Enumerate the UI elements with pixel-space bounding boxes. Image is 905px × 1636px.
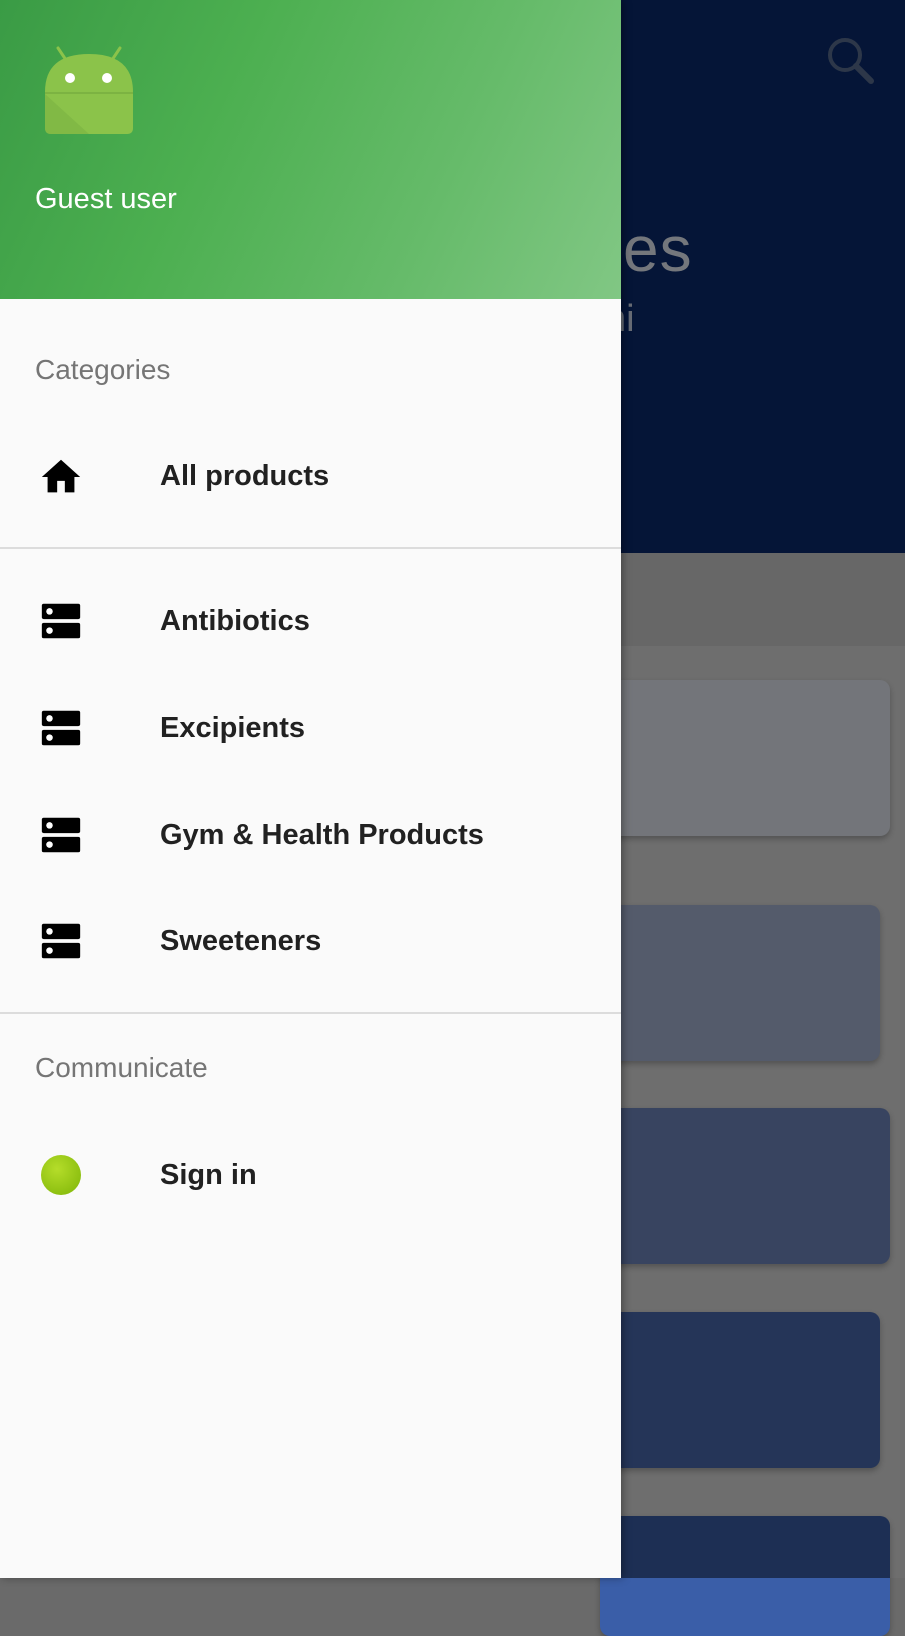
communicate-title: Communicate: [35, 1052, 208, 1083]
dns-icon: [41, 923, 81, 959]
nav-item-excipients[interactable]: Excipients: [0, 679, 621, 779]
nav-item-sign-in[interactable]: Sign in: [0, 1126, 621, 1226]
divider: [0, 547, 621, 549]
dns-icon: [41, 817, 81, 853]
nav-item-label: All products: [160, 460, 330, 492]
nav-item-gym-health-products[interactable]: Gym & Health Products: [0, 786, 621, 886]
nav-item-label: Sweeteners: [160, 925, 322, 957]
dns-icon: [41, 603, 81, 639]
status-dot-icon: [41, 1155, 81, 1195]
nav-item-label: Antibiotics: [160, 605, 310, 637]
home-icon: [41, 459, 81, 493]
user-name: Guest user: [35, 183, 177, 215]
nav-item-label: Sign in: [160, 1159, 257, 1191]
navigation-drawer: Guest user Categories All products Antib…: [0, 0, 621, 1578]
nav-item-label: Gym & Health Products: [160, 819, 484, 851]
nav-item-antibiotics[interactable]: Antibiotics: [0, 572, 621, 672]
nav-item-sweeteners[interactable]: Sweeteners: [0, 892, 621, 992]
nav-item-all-products[interactable]: All products: [0, 428, 621, 528]
dns-icon: [41, 710, 81, 746]
nav-item-label: Excipients: [160, 712, 306, 744]
divider: [0, 1012, 621, 1014]
android-logo-icon: [45, 46, 133, 134]
drawer-header: Guest user: [0, 0, 621, 299]
categories-title: Categories: [35, 354, 171, 385]
